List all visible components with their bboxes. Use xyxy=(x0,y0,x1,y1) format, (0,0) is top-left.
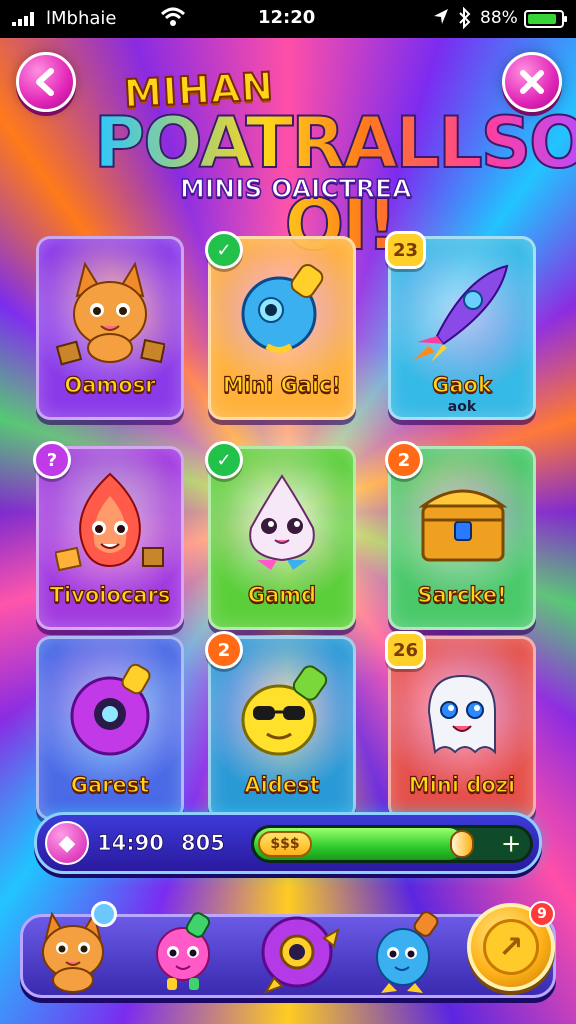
close-x-icon xyxy=(520,70,544,94)
game-card-sublabel: aok xyxy=(447,399,477,415)
game-card-label: Tivoiocars xyxy=(49,582,171,607)
completed-check-badge: ✓ xyxy=(205,441,243,479)
status-bar: lMbhaie 12:20 88% xyxy=(0,0,576,38)
game-card[interactable]: Garest xyxy=(36,636,184,820)
tray-character-fox[interactable] xyxy=(27,901,119,1001)
carrier-name: lMbhaie xyxy=(46,8,117,29)
battery-icon xyxy=(524,10,567,28)
coin-tag: $$$ xyxy=(258,831,312,857)
game-card-badge: 26 xyxy=(385,631,427,669)
game-card-label: Oamosr xyxy=(64,372,156,397)
progress-bar: $$$ + xyxy=(251,825,533,863)
purple-orb-icon xyxy=(261,916,340,994)
bluetooth-icon xyxy=(459,7,471,29)
chevron-left-icon xyxy=(36,68,54,96)
coin-icon: ↗ xyxy=(483,919,539,975)
search-badge-icon xyxy=(91,901,117,927)
yellow-blob-icon xyxy=(211,651,353,771)
blue-bulb-icon xyxy=(376,911,439,993)
coin-shop-button[interactable]: ↗ 9 xyxy=(467,901,555,991)
game-card-label: Mini dozi xyxy=(408,772,516,797)
game-card-label: Gaok xyxy=(431,372,492,397)
title-subtitle: MINIS OAICTREA xyxy=(179,173,412,204)
pink-creature-icon xyxy=(156,912,211,990)
score-secondary: 805 xyxy=(181,831,226,856)
back-button[interactable] xyxy=(16,52,76,112)
progress-knob xyxy=(450,830,474,858)
game-card[interactable]: Tivoiocars? xyxy=(33,441,184,630)
game-title-logo: MIHAN POATRALLSO OI! MINIS OAICTREA xyxy=(70,62,576,267)
purple-orb-icon xyxy=(39,651,181,771)
white-ghost-icon xyxy=(391,651,533,771)
wifi-icon xyxy=(160,7,186,26)
flame-creature-icon xyxy=(39,461,181,581)
notification-badge: 9 xyxy=(529,901,555,927)
add-currency-button[interactable]: + xyxy=(500,829,523,860)
game-card-label: Mini Gaic! xyxy=(222,372,342,397)
fox-icon xyxy=(39,251,181,371)
game-card[interactable]: Aidest 2 xyxy=(205,631,356,820)
game-card-label: Sarcke! xyxy=(417,582,508,607)
gem-icon[interactable]: ◆ xyxy=(45,821,89,865)
game-card[interactable]: Mini dozi 26 xyxy=(385,631,536,820)
tray-character-orb[interactable] xyxy=(251,901,343,1001)
game-card[interactable]: Gamd ✓ xyxy=(205,441,356,630)
tray-character-pink[interactable] xyxy=(137,901,229,1001)
game-card[interactable]: Oamosr xyxy=(36,236,184,420)
completed-check-badge: ✓ xyxy=(205,231,243,269)
location-arrow-icon xyxy=(434,9,448,24)
rocket-icon xyxy=(391,251,533,371)
game-card[interactable]: Gaok aok 23 xyxy=(385,231,536,420)
currency-progress-panel: ◆ 14:90 805 $$$ + xyxy=(34,812,542,874)
game-card-badge: 2 xyxy=(385,441,423,479)
game-card-label: Aidest xyxy=(244,772,320,797)
status-time: 12:20 xyxy=(258,7,316,28)
game-card[interactable]: Mini Gaic! ✓ xyxy=(205,231,356,420)
cute-ghost-icon xyxy=(211,461,353,581)
game-card-badge: 2 xyxy=(205,631,243,669)
game-card-label: Gamd xyxy=(247,582,317,607)
battery-percent: 88% xyxy=(480,8,518,28)
character-tray: ↗ 9 xyxy=(20,901,556,998)
game-card-badge: 23 xyxy=(385,231,427,269)
game-card[interactable]: Sarcke! 2 xyxy=(385,441,536,630)
game-card-label: Garest xyxy=(70,772,150,797)
tray-character-bulb[interactable] xyxy=(361,901,453,1001)
treasure-chest-icon xyxy=(391,461,533,581)
score-primary: 14:90 xyxy=(97,831,165,856)
game-card-badge: ? xyxy=(33,441,71,479)
signal-icon xyxy=(12,12,34,26)
blue-bulb-icon xyxy=(211,251,353,371)
